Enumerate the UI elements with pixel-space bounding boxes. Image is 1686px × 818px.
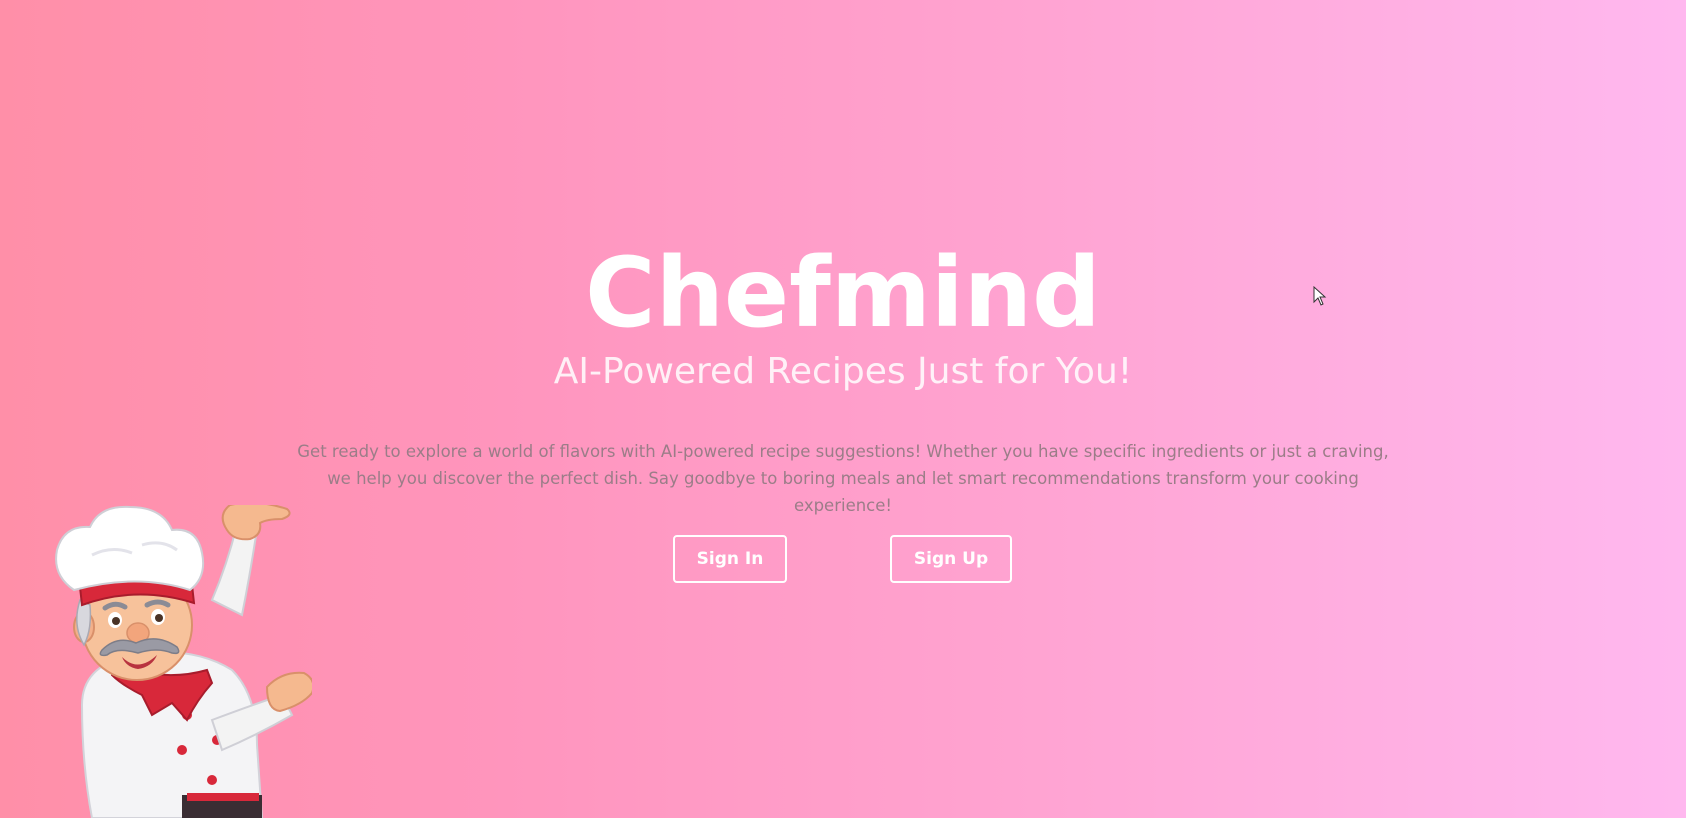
brand-title: Chefmind [585,237,1101,349]
hero-description: Get ready to explore a world of flavors … [297,442,1389,515]
sign-in-button[interactable]: Sign In [673,535,787,583]
mouse-cursor-icon [1313,286,1327,306]
tagline: AI-Powered Recipes Just for You! [553,351,1133,392]
chef-mascot-icon [55,505,312,818]
sign-up-button[interactable]: Sign Up [890,535,1012,583]
hero-section: Chefmind AI-Powered Recipes Just for You… [0,0,1686,818]
